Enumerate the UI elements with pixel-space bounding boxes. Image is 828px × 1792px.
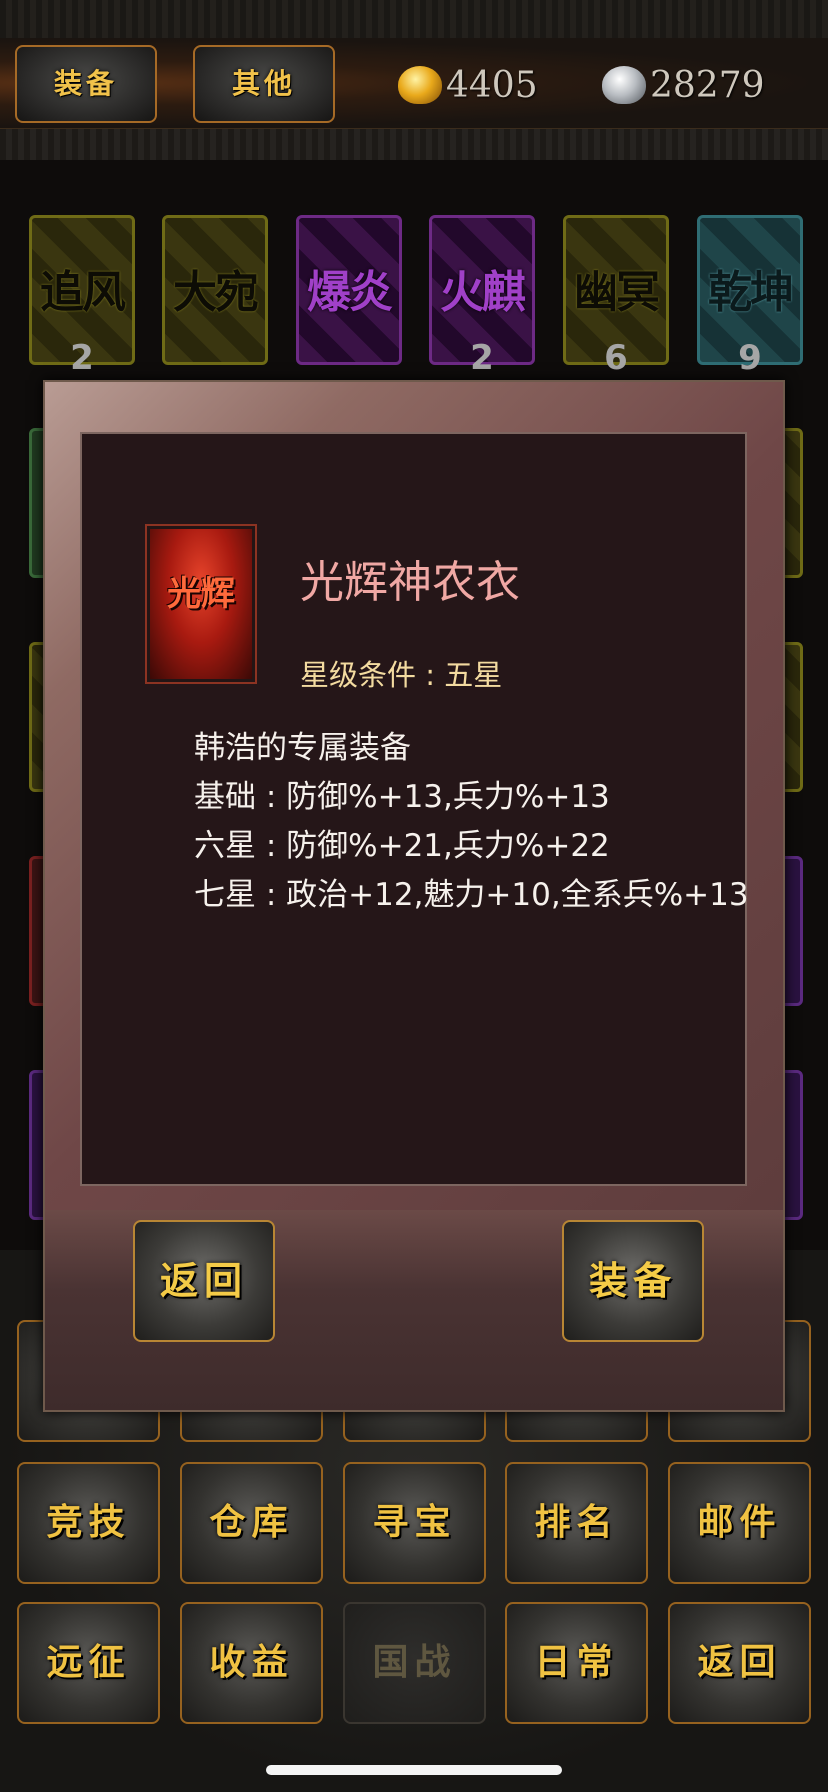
menu-button-warehouse[interactable]: 仓库 (180, 1462, 323, 1584)
home-indicator[interactable] (266, 1765, 562, 1775)
item-armor-icon: 光辉 (145, 524, 257, 684)
star-condition: 星级条件 : 五星 (300, 658, 503, 692)
horse-card[interactable]: 爆炎 (296, 215, 402, 365)
menu-button-arena[interactable]: 竞技 (17, 1462, 160, 1584)
silver-amount: 28279 (650, 64, 765, 106)
menu-button-ranking[interactable]: 排名 (505, 1462, 648, 1584)
popup-content-panel: 光辉 光辉神农衣 星级条件 : 五星 韩浩的专属装备 基础 : 防御%+13,兵… (80, 432, 749, 1186)
menu-button-daily[interactable]: 日常 (505, 1602, 648, 1724)
silver-currency: 28279 (602, 62, 772, 108)
back-button[interactable]: 返回 (133, 1220, 275, 1342)
gold-amount: 4405 (446, 64, 538, 106)
silver-ingot-icon (602, 66, 646, 104)
top-bottom-band (0, 128, 828, 161)
top-border-band (0, 0, 828, 39)
menu-button-back[interactable]: 返回 (668, 1602, 811, 1724)
gold-ingot-icon (398, 66, 442, 104)
menu-button-income[interactable]: 收益 (180, 1602, 323, 1724)
menu-button-national-war: 国战 (343, 1602, 486, 1724)
horse-count: 2 (470, 338, 494, 378)
gold-currency: 4405 (398, 62, 568, 108)
horse-count: 2 (70, 338, 94, 378)
menu-button-expedition[interactable]: 远征 (17, 1602, 160, 1724)
menu-button-treasure[interactable]: 寻宝 (343, 1462, 486, 1584)
horse-count: 9 (738, 338, 762, 378)
desc-six-star: 六星 : 防御%+21,兵力%+22 (194, 828, 610, 864)
tab-equip-button[interactable]: 装备 (15, 45, 157, 123)
item-description: 韩浩的专属装备 基础 : 防御%+13,兵力%+13 六星 : 防御%+21,兵… (194, 724, 749, 920)
horse-card[interactable]: 大宛 (162, 215, 268, 365)
desc-seven-star: 七星 : 政治+12,魅力+10,全系兵%+13 (194, 877, 749, 913)
item-name: 光辉神农衣 (300, 557, 520, 608)
item-detail-popup: 光辉 光辉神农衣 星级条件 : 五星 韩浩的专属装备 基础 : 防御%+13,兵… (43, 380, 785, 1412)
desc-owner: 韩浩的专属装备 (194, 730, 411, 766)
desc-base: 基础 : 防御%+13,兵力%+13 (194, 779, 610, 815)
equip-button[interactable]: 装备 (562, 1220, 704, 1342)
horse-count: 6 (604, 338, 628, 378)
tab-other-button[interactable]: 其他 (193, 45, 335, 123)
menu-button-mail[interactable]: 邮件 (668, 1462, 811, 1584)
